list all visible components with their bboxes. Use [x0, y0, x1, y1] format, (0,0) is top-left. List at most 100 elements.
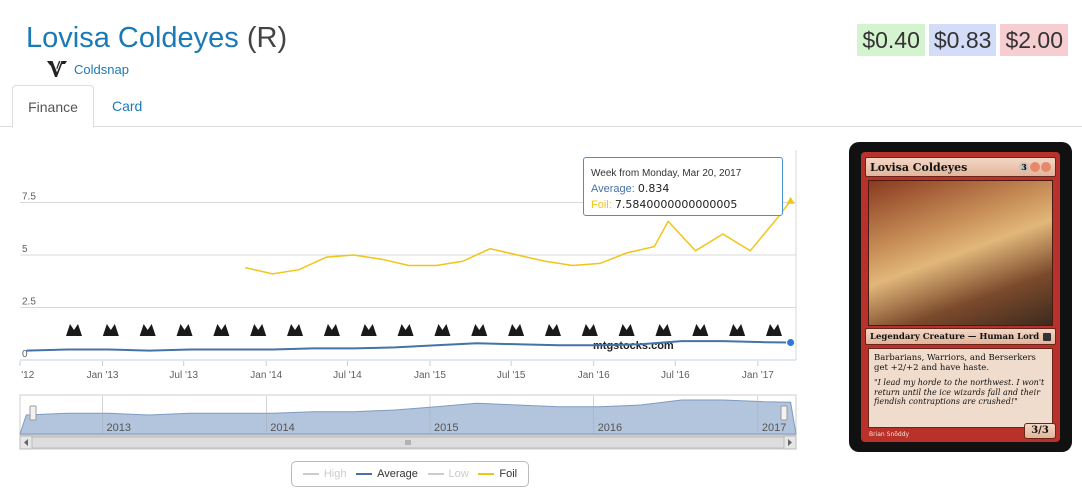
set-symbol-shape [692, 324, 709, 336]
legend-item-average[interactable]: Average [356, 468, 418, 480]
legend-item-high[interactable]: High [302, 468, 347, 480]
oath-of-the-gatewatch-icon [618, 324, 635, 336]
tooltip-foil-value: 7.5840000000000005 [614, 198, 738, 211]
journey-into-nyx-icon [397, 324, 414, 336]
card-type-line: Legendary Creature — Human Lord [870, 331, 1040, 342]
x-tick-label: Jul '12 [18, 370, 35, 381]
set-symbol-shape [323, 324, 340, 336]
page-title: Lovisa Coldeyes (R) [26, 20, 287, 56]
set-symbol-shape [766, 324, 782, 336]
tab-card[interactable]: Card [96, 85, 158, 127]
y-tick-label: 5 [22, 244, 28, 255]
magic-2013-icon [102, 324, 119, 336]
card-text-box: Barbarians, Warriors, and Berserkers get… [868, 348, 1053, 428]
eldritch-moon-icon [692, 324, 709, 336]
average-point-marker [786, 337, 796, 347]
set-symbol-shape [139, 324, 156, 336]
dragons-maze-icon [250, 324, 267, 336]
fate-reforged-icon [471, 324, 488, 336]
navigator-year-label: 2017 [762, 422, 786, 434]
card-rules-text: Barbarians, Warriors, and Berserkers get… [874, 353, 1036, 373]
navigator-right-handle[interactable] [780, 405, 788, 421]
set-symbol-shape [655, 324, 672, 336]
magic-2014-icon [176, 324, 193, 336]
set-symbol-shape [544, 324, 561, 336]
mana-generic-icon: 3 [1019, 162, 1029, 172]
set-symbol-shape [471, 324, 488, 336]
set-symbol-shape [508, 324, 525, 336]
theros-icon [287, 324, 304, 336]
x-tick-label: Jan '14 [250, 370, 282, 381]
set-symbol-shape [618, 324, 635, 336]
price-summary: $0.40 $0.83 $2.00 [857, 24, 1068, 56]
low-price: $0.40 [857, 24, 925, 56]
coldsnap-set-symbol-icon [1043, 332, 1051, 341]
kaladesh-icon [729, 324, 746, 336]
set-symbol-shape [729, 324, 746, 336]
legend-swatch [427, 473, 444, 475]
aether-revolt-icon [766, 324, 782, 336]
card-frame: Lovisa Coldeyes 3 Legendary Creature — H… [861, 152, 1060, 442]
card-type-bar: Legendary Creature — Human Lord [865, 328, 1056, 345]
set-symbol-shape [287, 324, 304, 336]
card-title-bar: Lovisa Coldeyes 3 [865, 157, 1056, 177]
x-tick-label: Jan '15 [414, 370, 446, 381]
coldsnap-set-icon [47, 60, 67, 77]
navigator-left-handle[interactable] [29, 405, 37, 421]
magic-origins-icon [544, 324, 561, 336]
magic-2015-icon [360, 324, 377, 336]
legend-swatch [302, 473, 319, 475]
legend-label: Foil [499, 468, 518, 480]
navigator-year-label: 2015 [434, 422, 458, 434]
avacyn-restored-icon [66, 324, 82, 336]
card-artist: Brian Snõddy [869, 431, 910, 438]
legend-item-low[interactable]: Low [427, 468, 469, 480]
mana-red-icon [1041, 162, 1051, 172]
x-tick-label: Jul '14 [333, 370, 362, 381]
chart-legend: High Average Low Foil [291, 461, 529, 487]
legend-swatch [356, 473, 373, 475]
navigator-year-label: 2014 [270, 422, 294, 434]
card-image-name: Lovisa Coldeyes [870, 160, 968, 174]
set-symbol-shape [360, 324, 377, 336]
tab-bar: Finance Card [0, 85, 1082, 128]
born-of-the-gods-icon [323, 324, 340, 336]
card-artwork [868, 180, 1053, 326]
x-tick-label: Jul '13 [169, 370, 198, 381]
x-tick-label: Jul '16 [661, 370, 690, 381]
x-tick-label: Jul '15 [497, 370, 526, 381]
x-tick-label: Jan '16 [578, 370, 610, 381]
tooltip-foil-label: Foil: [591, 199, 612, 211]
x-tick-label: Jan '13 [87, 370, 119, 381]
set-line: Coldsnap [46, 59, 129, 79]
navigator-year-label: 2016 [598, 422, 622, 434]
set-symbol-shape [434, 324, 451, 336]
card-name: Lovisa Coldeyes [26, 22, 239, 54]
set-link[interactable]: Coldsnap [74, 62, 129, 77]
set-symbol-shape [102, 324, 119, 336]
shadows-over-innistrad-icon [655, 324, 672, 336]
set-symbol-shape [397, 324, 414, 336]
legend-label: High [323, 468, 347, 480]
y-tick-label: 7.5 [22, 192, 36, 203]
x-tick-label: Jan '17 [742, 370, 774, 381]
card-rarity: (R) [246, 22, 288, 54]
set-symbol-shape [250, 324, 267, 336]
tooltip-header: Week from Monday, Mar 20, 2017 [591, 168, 742, 179]
tooltip-average-label: Average: [591, 183, 635, 195]
y-tick-label: 2.5 [22, 297, 36, 308]
set-symbol-shape [581, 324, 598, 336]
card-image: Lovisa Coldeyes 3 Legendary Creature — H… [849, 142, 1072, 452]
khans-of-tarkir-icon [434, 324, 451, 336]
average-series-line [26, 340, 791, 352]
mana-red-icon [1030, 162, 1040, 172]
tooltip-average-value: 0.834 [637, 182, 670, 195]
gatecrash-icon [213, 324, 230, 336]
card-flavor-text: "I lead my horde to the northwest. I won… [874, 378, 1045, 406]
legend-item-foil[interactable]: Foil [478, 468, 517, 480]
tab-finance[interactable]: Finance [12, 85, 94, 128]
legend-swatch [478, 473, 495, 475]
set-symbol-shape [66, 324, 82, 336]
battle-for-zendikar-icon [581, 324, 598, 336]
dragons-of-tarkir-icon [508, 324, 525, 336]
